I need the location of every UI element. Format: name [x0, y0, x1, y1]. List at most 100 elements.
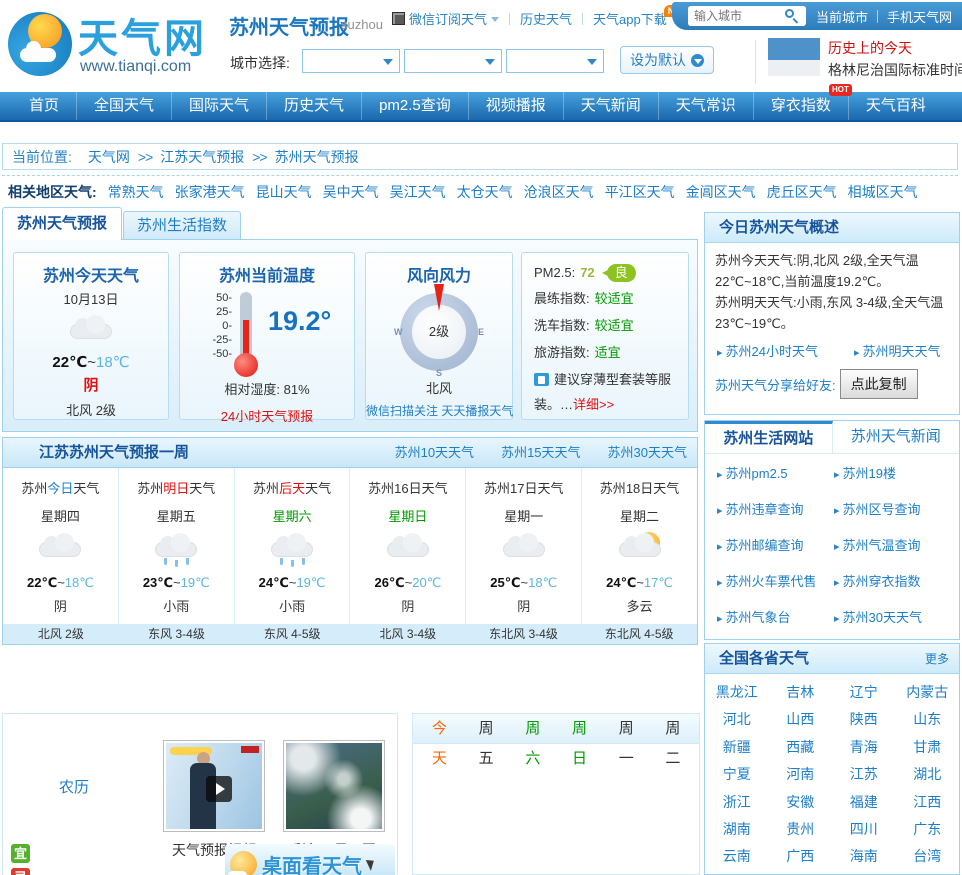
- play-icon[interactable]: [206, 776, 232, 802]
- day-tab[interactable]: 周一: [606, 714, 653, 767]
- province-link[interactable]: 山东: [896, 706, 960, 733]
- province-link[interactable]: 黑龙江: [705, 679, 769, 706]
- province-link[interactable]: 江苏: [832, 761, 896, 788]
- province-link[interactable]: 江西: [896, 789, 960, 816]
- day-tab[interactable]: 今天: [419, 714, 466, 767]
- site-name[interactable]: 天气网: [78, 6, 207, 64]
- city-select[interactable]: [404, 49, 502, 73]
- desktop-weather-banner[interactable]: 桌面看天气: [225, 844, 395, 875]
- history-today-text[interactable]: 格林尼治国际标准时间: [828, 60, 962, 80]
- nav-item[interactable]: 全国天气: [77, 92, 173, 120]
- mobile-site-link[interactable]: 手机天气网: [887, 7, 952, 26]
- province-link[interactable]: 湖北: [896, 761, 960, 788]
- forecast-day-column[interactable]: 苏州明日天气 星期五 23℃~19℃ 小雨: [119, 468, 235, 624]
- forecast-day-column[interactable]: 苏州今日天气 星期四 22℃~18℃ 阴: [3, 468, 119, 624]
- related-region-link[interactable]: 虎丘区天气: [767, 182, 837, 202]
- nav-item[interactable]: 首页: [12, 92, 78, 120]
- related-region-link[interactable]: 吴中天气: [323, 182, 379, 202]
- forecast-day-column[interactable]: 苏州18日天气 星期二 24℃~17℃ 多云: [582, 468, 697, 624]
- life-link[interactable]: 苏州30天天气: [834, 603, 951, 634]
- satellite-thumbnail[interactable]: [283, 740, 385, 832]
- weather-video-thumbnail[interactable]: [163, 740, 265, 832]
- tab-life-sites[interactable]: 苏州生活网站: [705, 421, 833, 453]
- wechat-subscribe-link[interactable]: 微信订阅天气: [409, 9, 487, 28]
- province-link[interactable]: 青海: [832, 734, 896, 761]
- overview-link[interactable]: 苏州24小时天气: [717, 341, 818, 360]
- related-region-link[interactable]: 金阊区天气: [686, 182, 756, 202]
- nav-item[interactable]: 历史天气: [267, 92, 363, 120]
- province-link[interactable]: 河北: [705, 706, 769, 733]
- day-tab[interactable]: 周日: [559, 714, 606, 767]
- related-region-link[interactable]: 相城区天气: [848, 182, 918, 202]
- more-link[interactable]: 更多: [925, 644, 949, 674]
- breadcrumb-link[interactable]: 苏州天气预报: [275, 147, 359, 167]
- life-link[interactable]: 苏州违章查询: [717, 495, 834, 526]
- province-link[interactable]: 云南: [705, 843, 769, 870]
- province-link[interactable]: 广东: [896, 816, 960, 843]
- province-link[interactable]: 海南: [832, 843, 896, 870]
- nav-item[interactable]: 天气百科: [849, 92, 943, 120]
- life-link[interactable]: 苏州穿衣指数: [834, 567, 951, 598]
- tab-weather-news[interactable]: 苏州天气新闻: [833, 421, 960, 453]
- province-link[interactable]: 陕西: [832, 706, 896, 733]
- breadcrumb-link[interactable]: 江苏天气预报: [160, 147, 244, 167]
- province-link[interactable]: 内蒙古: [896, 679, 960, 706]
- province-link[interactable]: 西藏: [769, 734, 833, 761]
- related-region-link[interactable]: 常熟天气: [108, 182, 164, 202]
- related-region-link[interactable]: 沧浪区天气: [524, 182, 594, 202]
- app-download-link[interactable]: 天气app下载: [593, 9, 667, 28]
- city-search-input[interactable]: [688, 6, 778, 26]
- province-link[interactable]: 四川: [832, 816, 896, 843]
- forecast-day-column[interactable]: 苏州后天天气 星期六 24℃~19℃ 小雨: [235, 468, 351, 624]
- history-weather-link[interactable]: 历史天气: [520, 9, 572, 28]
- extended-forecast-link[interactable]: 苏州10天天气: [395, 438, 474, 468]
- related-region-link[interactable]: 吴江天气: [390, 182, 446, 202]
- province-link[interactable]: 甘肃: [896, 734, 960, 761]
- province-link[interactable]: 新疆: [705, 734, 769, 761]
- life-link[interactable]: 苏州pm2.5: [717, 459, 834, 490]
- related-region-link[interactable]: 昆山天气: [256, 182, 312, 202]
- wechat-follow-link[interactable]: 微信扫描关注 天天播报天气: [366, 402, 513, 419]
- nav-item[interactable]: 天气常识: [659, 92, 754, 120]
- province-link[interactable]: 宁夏: [705, 761, 769, 788]
- province-link[interactable]: 山西: [769, 706, 833, 733]
- forecast-day-column[interactable]: 苏州17日天气 星期一 25℃~18℃ 阴: [466, 468, 583, 624]
- province-link[interactable]: 贵州: [769, 816, 833, 843]
- history-today-thumbnail[interactable]: [768, 38, 820, 76]
- set-default-button[interactable]: 设为默认: [620, 46, 714, 74]
- current-city-link[interactable]: 当前城市: [816, 7, 868, 26]
- breadcrumb-link[interactable]: 天气网: [88, 147, 130, 167]
- province-link[interactable]: 浙江: [705, 789, 769, 816]
- extended-forecast-link[interactable]: 苏州30天天气: [608, 438, 687, 468]
- tab-life-index[interactable]: 苏州生活指数: [123, 211, 241, 240]
- overview-link[interactable]: 苏州明天天气: [854, 341, 941, 360]
- nav-item[interactable]: 天气新闻: [564, 92, 659, 120]
- copy-button[interactable]: 点此复制: [839, 369, 918, 399]
- province-link[interactable]: 辽宁: [832, 679, 896, 706]
- related-region-link[interactable]: 张家港天气: [175, 182, 245, 202]
- forecast-day-column[interactable]: 苏州16日天气 星期日 26℃~20℃ 阴: [350, 468, 467, 624]
- tianqi-logo-icon[interactable]: [8, 12, 72, 76]
- life-link[interactable]: 苏州邮编查询: [717, 531, 834, 562]
- related-region-link[interactable]: 太仓天气: [457, 182, 513, 202]
- province-link[interactable]: 福建: [832, 789, 896, 816]
- province-link[interactable]: 安徽: [769, 789, 833, 816]
- province-link[interactable]: 台湾: [896, 843, 960, 870]
- life-link[interactable]: 苏州区号查询: [834, 495, 951, 526]
- life-link[interactable]: 苏州气象台: [717, 603, 834, 634]
- day-tab[interactable]: 周二: [652, 714, 699, 767]
- nav-item[interactable]: 穿衣指数 HOT: [754, 84, 852, 120]
- detail-link[interactable]: 详细>>: [573, 397, 614, 412]
- province-link[interactable]: 河南: [769, 761, 833, 788]
- tab-weather-forecast[interactable]: 苏州天气预报: [2, 207, 122, 240]
- district-select[interactable]: [506, 49, 604, 73]
- day-tab[interactable]: 周六: [512, 714, 559, 767]
- related-region-link[interactable]: 平江区天气: [605, 182, 675, 202]
- nav-item[interactable]: 视频播报: [469, 92, 564, 120]
- search-button[interactable]: [778, 6, 806, 26]
- province-link[interactable]: 湖南: [705, 816, 769, 843]
- life-link[interactable]: 苏州19楼: [834, 459, 951, 490]
- hourly-forecast-link[interactable]: 24小时天气预报: [221, 406, 313, 425]
- site-url[interactable]: www.tianqi.com: [80, 58, 191, 76]
- province-link[interactable]: 吉林: [769, 679, 833, 706]
